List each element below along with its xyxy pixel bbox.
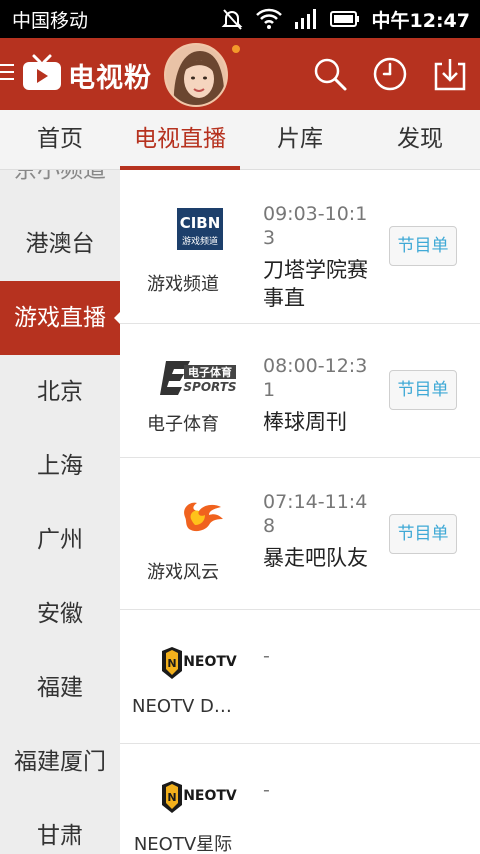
svg-text:SPORTS: SPORTS bbox=[183, 380, 236, 394]
schedule-button[interactable]: 节目单 bbox=[389, 226, 457, 266]
sidebar-item-game-live[interactable]: 游戏直播 bbox=[0, 281, 120, 355]
sidebar-item-fujian[interactable]: 福建 bbox=[0, 651, 120, 725]
sidebar-item-guangzhou[interactable]: 广州 bbox=[0, 503, 120, 577]
svg-text:N: N bbox=[167, 657, 176, 670]
notification-dot bbox=[230, 43, 242, 55]
app-title: 电视粉 bbox=[68, 63, 152, 94]
alarm-off-icon bbox=[221, 9, 242, 30]
channel-name: 游戏风云 bbox=[147, 562, 219, 583]
battery-icon bbox=[329, 11, 359, 27]
svg-text:NEOTV: NEOTV bbox=[183, 654, 237, 670]
schedule-button[interactable]: 节目单 bbox=[389, 370, 457, 410]
sidebar-item-fujian-xiamen[interactable]: 福建厦门 bbox=[0, 725, 120, 799]
svg-text:N: N bbox=[167, 791, 176, 804]
channel-name: NEOTV星际 bbox=[133, 834, 233, 854]
svg-text:NEOTV: NEOTV bbox=[183, 788, 237, 804]
program-time: 08:00-12:31 bbox=[263, 355, 368, 401]
download-icon[interactable] bbox=[432, 56, 468, 92]
tab-discover[interactable]: 发现 bbox=[360, 110, 480, 170]
svg-text:CIBN: CIBN bbox=[180, 214, 221, 232]
channel-list[interactable]: CIBN 游戏频道 游戏频道 09:03-10:13 刀塔学院赛事直 节目单 电… bbox=[120, 170, 480, 854]
tab-home[interactable]: 首页 bbox=[0, 110, 120, 170]
signal-icon bbox=[294, 9, 316, 29]
search-icon[interactable] bbox=[312, 56, 348, 92]
sidebar-item-anhui[interactable]: 安徽 bbox=[0, 577, 120, 651]
esports-logo: 电子体育 SPORTS bbox=[160, 352, 240, 402]
channel-name: 电子体育 bbox=[147, 414, 219, 435]
program-title: 刀塔学院赛事直 bbox=[263, 258, 368, 310]
program-title: 暴走吧队友 bbox=[263, 546, 368, 570]
tab-tv-live[interactable]: 电视直播 bbox=[120, 110, 240, 170]
category-sidebar[interactable]: 京小频道 港澳台 游戏直播 北京 上海 广州 安徽 福建 福建厦门 甘肃 bbox=[0, 170, 120, 854]
sidebar-item-hk-macau-tw[interactable]: 港澳台 bbox=[0, 207, 120, 281]
main-tabs: 首页 电视直播 片库 发现 bbox=[0, 110, 480, 170]
sidebar-item-gansu[interactable]: 甘肃 bbox=[0, 799, 120, 854]
channel-name: NEOTV DOTA2 bbox=[132, 696, 246, 717]
menu-icon[interactable] bbox=[0, 64, 14, 82]
channel-name: 游戏频道 bbox=[147, 274, 219, 295]
program-time: - bbox=[263, 779, 270, 801]
cibn-logo: CIBN 游戏频道 bbox=[160, 204, 240, 254]
clock: 中午12:47 bbox=[371, 9, 470, 32]
sidebar-item-shanghai[interactable]: 上海 bbox=[0, 429, 120, 503]
program-time: 07:14-11:48 bbox=[263, 491, 368, 537]
channel-row[interactable]: CIBN 游戏频道 游戏频道 09:03-10:13 刀塔学院赛事直 节目单 bbox=[120, 170, 480, 324]
schedule-button[interactable]: 节目单 bbox=[389, 514, 457, 554]
app-bar: 电视粉 bbox=[0, 38, 480, 110]
history-icon[interactable] bbox=[372, 56, 408, 92]
neotv-logo: N NEOTV bbox=[160, 772, 240, 822]
sidebar-item[interactable]: 京小频道 bbox=[0, 170, 120, 207]
flame-logo bbox=[160, 492, 240, 542]
neotv-logo: N NEOTV bbox=[160, 638, 240, 688]
tab-library[interactable]: 片库 bbox=[240, 110, 360, 170]
program-time: 09:03-10:13 bbox=[263, 203, 368, 249]
program-title: 棒球周刊 bbox=[263, 410, 347, 434]
status-bar: 中国移动 中午12:47 bbox=[0, 0, 480, 38]
svg-text:游戏频道: 游戏频道 bbox=[182, 235, 218, 247]
channel-row[interactable]: 游戏风云 07:14-11:48 暴走吧队友 节目单 bbox=[120, 458, 480, 610]
svg-text:电子体育: 电子体育 bbox=[188, 365, 232, 379]
program-time: - bbox=[263, 645, 270, 667]
user-avatar[interactable] bbox=[164, 43, 228, 107]
wifi-icon bbox=[255, 8, 282, 29]
channel-row[interactable]: 电子体育 SPORTS 电子体育 08:00-12:31 棒球周刊 节目单 bbox=[120, 324, 480, 458]
carrier-name: 中国移动 bbox=[12, 10, 89, 32]
tv-logo-icon bbox=[23, 54, 61, 90]
sidebar-item-beijing[interactable]: 北京 bbox=[0, 355, 120, 429]
channel-row[interactable]: N NEOTV NEOTV DOTA2 - bbox=[120, 610, 480, 744]
channel-row[interactable]: N NEOTV NEOTV星际 - bbox=[120, 744, 480, 854]
